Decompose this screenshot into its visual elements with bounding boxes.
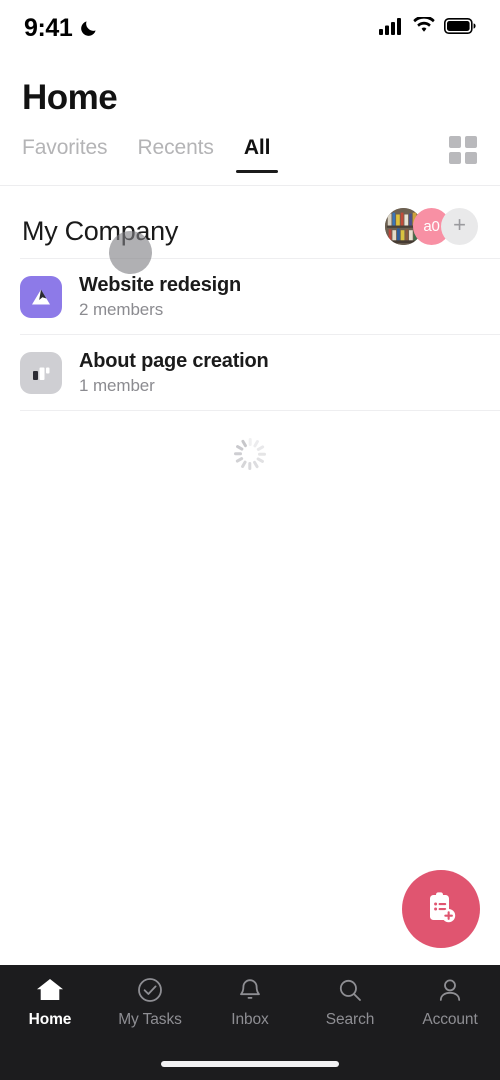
home-indicator[interactable] [161,1061,339,1067]
home-icon [35,975,65,1004]
spinner-spoke [256,444,265,452]
touch-indicator [109,231,152,274]
bottom-navigation: Home My Tasks Inbox Search Account [0,965,500,1080]
create-task-fab[interactable] [402,870,480,948]
list-item-subtitle: 1 member [79,375,155,395]
list-divider [20,410,500,411]
nav-item-inbox-label: Inbox [231,1011,269,1028]
kanban-board-icon [20,351,62,394]
spinner-spoke [248,438,252,446]
spinner-spoke [256,456,265,464]
list-item[interactable]: Website redesign 2 members [0,259,500,334]
grid-cell [449,136,461,148]
status-bar: 9:41 [0,0,500,56]
moon-icon [79,19,98,38]
spinner-spoke [235,444,244,452]
spinner-spoke [248,462,252,470]
company-header[interactable]: My Company a0 + [0,205,500,257]
loading-spinner-icon [234,435,266,470]
member-avatar-initials-label: a0 [423,218,440,235]
tab-active-underline [235,170,279,173]
tab-favorites-label: Favorites [22,136,108,159]
mountain-image-icon [20,275,62,318]
list-item-title: Website redesign [79,273,242,296]
nav-item-my-tasks-label: My Tasks [118,1011,182,1028]
member-avatar-stack: a0 + [385,208,478,245]
cellular-signal-icon [379,17,404,40]
list-item[interactable]: About page creation 1 member [0,335,500,410]
nav-item-search[interactable]: Search [300,975,400,1047]
plus-icon: + [453,212,466,237]
status-bar-left: 9:41 [24,14,98,43]
nav-item-inbox[interactable]: Inbox [200,975,300,1047]
list-item-title: About page creation [79,349,269,372]
tab-all-label: All [243,136,271,159]
nav-item-home-label: Home [28,1011,72,1028]
list-item-text: Website redesign 2 members [79,274,241,320]
app-screen: 9:41 Home Favorites Recents All My Compa… [0,0,500,1080]
nav-item-account-label: Account [422,1011,478,1028]
tabbar-divider [0,185,500,186]
project-list: Website redesign 2 members About page cr… [0,258,500,411]
tab-recents-label: Recents [137,136,214,159]
spinner-spoke [240,460,248,469]
create-task-icon [421,888,461,931]
search-icon [336,975,364,1004]
list-item-subtitle: 2 members [79,299,164,319]
list-item-text: About page creation 1 member [79,350,269,396]
grid-cell [465,136,477,148]
tab-favorites[interactable]: Favorites [22,132,108,160]
tab-all[interactable]: All [235,132,279,173]
nav-item-home[interactable]: Home [0,975,100,1047]
page-title: Home [22,78,118,117]
nav-item-search-label: Search [325,1011,375,1028]
battery-full-icon [444,17,476,39]
grid-cell [449,152,461,164]
grid-view-icon[interactable] [448,135,478,165]
tab-recents[interactable]: Recents [137,132,213,160]
add-member-button[interactable]: + [441,208,478,245]
spinner-spoke [252,460,260,469]
nav-item-account[interactable]: Account [400,975,500,1047]
person-icon [436,975,464,1004]
status-bar-right [379,15,476,40]
segment-tabs: Favorites Recents All [0,132,500,185]
grid-cell [465,152,477,164]
company-name: My Company [22,215,179,246]
bell-icon [237,975,263,1004]
spinner-spoke [240,439,248,448]
wifi-icon [413,15,435,39]
nav-item-my-tasks[interactable]: My Tasks [100,975,200,1047]
spinner-spoke [234,452,242,456]
check-circle-icon [136,975,164,1004]
spinner-spoke [258,452,266,456]
status-time: 9:41 [24,13,73,42]
